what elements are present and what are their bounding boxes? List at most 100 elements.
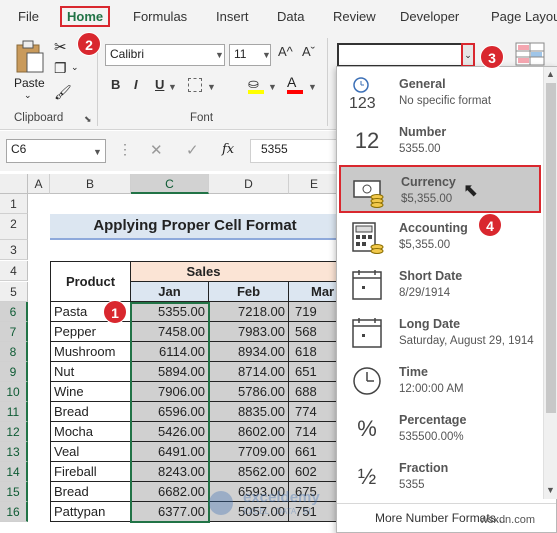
conditional-format-icon[interactable]: [515, 42, 545, 66]
jan-cell[interactable]: 6114.00: [131, 342, 209, 362]
scroll-down-icon[interactable]: ▼: [546, 485, 555, 495]
column-header[interactable]: B: [50, 174, 131, 194]
mar-cell[interactable]: 651: [289, 362, 340, 382]
product-cell[interactable]: Bread: [50, 482, 131, 502]
row-header[interactable]: 2: [0, 214, 28, 240]
jan-cell[interactable]: 5894.00: [131, 362, 209, 382]
feb-cell[interactable]: 8934.00: [209, 342, 289, 362]
number-format-dropdown-button[interactable]: ⌄: [461, 43, 475, 67]
format-painter-icon[interactable]: 🖌: [54, 84, 72, 101]
dialog-launcher-icon[interactable]: ⬊: [84, 114, 92, 125]
jan-cell[interactable]: 8243.00: [131, 462, 209, 482]
row-header[interactable]: 9: [0, 362, 28, 382]
copy-icon[interactable]: ❐: [54, 60, 67, 77]
row-header[interactable]: 11: [0, 402, 28, 422]
product-cell[interactable]: Mushroom: [50, 342, 131, 362]
row-header[interactable]: 12: [0, 422, 28, 442]
feb-cell[interactable]: 7709.00: [209, 442, 289, 462]
cut-icon[interactable]: ✂: [54, 38, 67, 56]
row-header[interactable]: 14: [0, 462, 28, 482]
number-format-option-number[interactable]: 12 Number 5355.00: [339, 117, 541, 165]
scroll-thumb[interactable]: [546, 83, 556, 413]
mar-cell[interactable]: 688: [289, 382, 340, 402]
mar-cell[interactable]: 661: [289, 442, 340, 462]
product-cell[interactable]: Nut: [50, 362, 131, 382]
jan-cell[interactable]: 5426.00: [131, 422, 209, 442]
enter-icon[interactable]: ✓: [186, 141, 199, 159]
shrink-font-button[interactable]: Aˇ: [302, 44, 315, 59]
product-cell[interactable]: Veal: [50, 442, 131, 462]
product-cell[interactable]: Fireball: [50, 462, 131, 482]
row-header[interactable]: 7: [0, 322, 28, 342]
select-all-corner[interactable]: [0, 174, 28, 194]
borders-icon[interactable]: [188, 78, 202, 92]
jan-cell[interactable]: 7458.00: [131, 322, 209, 342]
tab-insert[interactable]: Insert: [216, 9, 249, 24]
fill-color-icon[interactable]: ⛀: [248, 76, 264, 94]
row-header[interactable]: 1: [0, 194, 28, 214]
chevron-down-icon[interactable]: ⌄: [71, 62, 79, 73]
row-header[interactable]: 8: [0, 342, 28, 362]
column-header[interactable]: C: [131, 174, 209, 194]
number-format-option-currency[interactable]: Currency $5,355.00: [339, 165, 541, 213]
mar-cell[interactable]: 602: [289, 462, 340, 482]
jan-cell[interactable]: 6377.00: [131, 502, 209, 522]
row-header[interactable]: 10: [0, 382, 28, 402]
paste-button[interactable]: Paste ⌄: [12, 38, 48, 102]
bold-button[interactable]: B: [111, 77, 120, 92]
tab-review[interactable]: Review: [333, 9, 376, 24]
number-format-option-short-date[interactable]: Short Date 8/29/1914: [339, 261, 541, 309]
dropdown-scrollbar[interactable]: ▲ ▼: [543, 67, 557, 499]
grow-font-button[interactable]: A^: [278, 44, 293, 59]
product-cell[interactable]: Bread: [50, 402, 131, 422]
feb-cell[interactable]: 8562.00: [209, 462, 289, 482]
mar-cell[interactable]: 568: [289, 322, 340, 342]
mar-cell[interactable]: 618: [289, 342, 340, 362]
feb-cell[interactable]: 7983.00: [209, 322, 289, 342]
number-format-select[interactable]: [337, 43, 475, 67]
number-format-option-fraction[interactable]: ½ Fraction 5355: [339, 453, 541, 501]
row-header[interactable]: 15: [0, 482, 28, 502]
feb-cell[interactable]: 7218.00: [209, 302, 289, 322]
underline-button[interactable]: U: [155, 77, 164, 92]
number-format-option-time[interactable]: Time 12:00:00 AM: [339, 357, 541, 405]
number-format-option-accounting[interactable]: Accounting $5,355.00: [339, 213, 541, 261]
row-header[interactable]: 3: [0, 240, 28, 260]
jan-cell[interactable]: 6596.00: [131, 402, 209, 422]
column-header[interactable]: A: [28, 174, 50, 194]
number-format-option-long-date[interactable]: Long Date Saturday, August 29, 1914: [339, 309, 541, 357]
tab-home[interactable]: Home: [60, 6, 111, 27]
scroll-up-icon[interactable]: ▲: [546, 69, 555, 79]
feb-cell[interactable]: 8835.00: [209, 402, 289, 422]
jan-cell[interactable]: 5355.00: [131, 302, 209, 322]
feb-cell[interactable]: 8714.00: [209, 362, 289, 382]
insert-function-icon[interactable]: fx: [222, 142, 234, 157]
formula-input[interactable]: 5355: [250, 139, 340, 163]
jan-cell[interactable]: 6682.00: [131, 482, 209, 502]
mar-cell[interactable]: 714: [289, 422, 340, 442]
number-format-option-general[interactable]: 123 General No specific format: [339, 69, 541, 117]
tab-file[interactable]: File: [18, 9, 39, 24]
product-cell[interactable]: Pattypan: [50, 502, 131, 522]
italic-button[interactable]: I: [134, 77, 138, 92]
row-header[interactable]: 16: [0, 502, 28, 522]
product-cell[interactable]: Pepper: [50, 322, 131, 342]
tab-data[interactable]: Data: [277, 9, 304, 24]
tab-developer[interactable]: Developer: [400, 9, 459, 24]
font-name-select[interactable]: Calibri: [105, 44, 225, 66]
column-header[interactable]: D: [209, 174, 289, 194]
feb-cell[interactable]: 5786.00: [209, 382, 289, 402]
product-cell[interactable]: Mocha: [50, 422, 131, 442]
row-header[interactable]: 4: [0, 261, 28, 281]
mar-cell[interactable]: 774: [289, 402, 340, 422]
jan-cell[interactable]: 6491.00: [131, 442, 209, 462]
name-box[interactable]: C6: [6, 139, 106, 163]
row-header[interactable]: 13: [0, 442, 28, 462]
font-color-icon[interactable]: A: [287, 74, 303, 94]
column-header[interactable]: E: [289, 174, 340, 194]
tab-page-layout[interactable]: Page Layou: [491, 9, 557, 24]
feb-cell[interactable]: 8602.00: [209, 422, 289, 442]
number-format-option-percentage[interactable]: % Percentage 535500.00%: [339, 405, 541, 453]
row-header[interactable]: 6: [0, 302, 28, 322]
tab-formulas[interactable]: Formulas: [133, 9, 187, 24]
